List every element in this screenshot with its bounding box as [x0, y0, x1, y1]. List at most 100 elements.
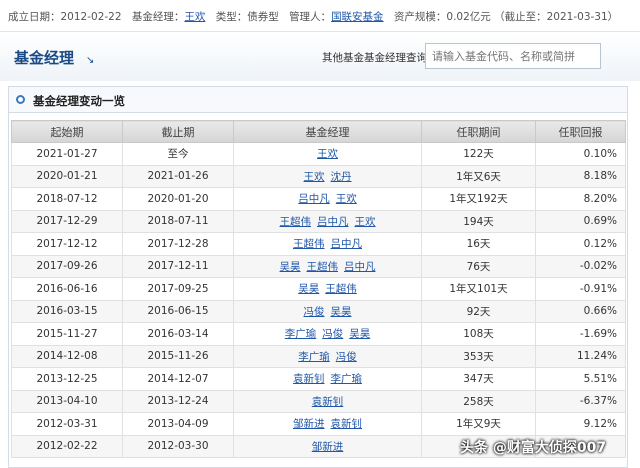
column-header-end[interactable]: 截止期: [122, 120, 234, 143]
managers-cell: 邹新进: [233, 434, 422, 458]
managers-cell: 李广瑜 冯俊: [233, 344, 422, 368]
managers-cell: 李广瑜 冯俊 吴昊: [233, 322, 422, 346]
established-value: 2012-02-22: [60, 11, 122, 23]
manager-link[interactable]: 吕中凡: [331, 238, 363, 250]
end-date-cell: 2012-03-30: [122, 434, 234, 458]
period-cell: 1年又101天: [421, 277, 536, 301]
return-cell: -0.91%: [535, 277, 626, 301]
manager-history-panel: 基金经理变动一览 起始期 截止期 基金经理 任职期间 任职回报 2021-01-…: [8, 86, 628, 468]
end-date-cell: 2016-06-15: [122, 299, 234, 323]
return-cell: 0.12%: [535, 232, 626, 256]
manager-link[interactable]: 王欢: [336, 193, 357, 205]
managers-cell: 王超伟 吕中凡: [233, 232, 422, 256]
period-cell: 1年又9天: [421, 412, 536, 436]
manager-link[interactable]: 王欢: [317, 148, 338, 160]
manager-link[interactable]: 王超伟: [325, 283, 357, 295]
return-cell: 9.12%: [535, 412, 626, 436]
period-cell: 194天: [421, 209, 536, 233]
return-cell: -0.02%: [535, 254, 626, 278]
managers-cell: 袁新钊 李广瑜: [233, 367, 422, 391]
end-date-cell: 2014-12-07: [122, 367, 234, 391]
section-header: 基金经理 ↘ 其他基金基金经理查询：: [0, 33, 640, 81]
managers-cell: 吴昊 王超伟 吕中凡: [233, 254, 422, 278]
manager-link[interactable]: 王欢: [304, 171, 325, 183]
managers-cell: 王欢 沈丹: [233, 164, 422, 188]
manager-link[interactable]: 冯俊: [304, 306, 325, 318]
panel-title: 基金经理变动一览: [33, 94, 125, 108]
manager-link[interactable]: 吴昊: [331, 306, 352, 318]
period-cell: 16天: [421, 232, 536, 256]
size-value: 0.02亿元 （截止至：2021-03-31）: [446, 11, 619, 23]
start-date-cell: 2017-12-12: [11, 232, 123, 256]
start-date-cell: 2016-06-16: [11, 277, 123, 301]
arrow-icon: ↘: [86, 55, 95, 66]
return-cell: 0.10%: [535, 142, 626, 166]
table-row: 2013-04-10 2013-12-24 袁新钊 258天 -6.37%: [11, 389, 626, 413]
manager-link[interactable]: 李广瑜: [285, 328, 317, 340]
column-header-return[interactable]: 任职回报: [535, 120, 626, 143]
return-cell: 8.20%: [535, 187, 626, 211]
table-row: 2017-12-12 2017-12-28 王超伟 吕中凡 16天 0.12%: [11, 232, 626, 256]
start-date-cell: 2021-01-27: [11, 142, 123, 166]
column-header-start[interactable]: 起始期: [11, 120, 123, 143]
manager-link[interactable]: 王超伟: [307, 261, 339, 273]
return-cell: 0.66%: [535, 299, 626, 323]
admin-link[interactable]: 国联安基金: [331, 11, 384, 23]
managers-cell: 邹新进 袁新钊: [233, 412, 422, 436]
managers-cell: 吕中凡 王欢: [233, 187, 422, 211]
manager-link[interactable]: 王超伟: [280, 216, 312, 228]
manager-link[interactable]: 冯俊: [336, 351, 357, 363]
period-cell: 122天: [421, 142, 536, 166]
return-cell: -6.37%: [535, 389, 626, 413]
table-body: 2021-01-27 至今 王欢 122天 0.10% 2020-01-21 2021-01…: [11, 142, 626, 458]
end-date-cell: 至今: [122, 142, 234, 166]
manager-link[interactable]: 李广瑜: [298, 351, 330, 363]
manager-link[interactable]: 王欢: [355, 216, 376, 228]
manager-link[interactable]: 吴昊: [349, 328, 370, 340]
type-label: 类型：: [215, 11, 248, 23]
end-date-cell: 2017-09-25: [122, 277, 234, 301]
return-cell: 0.69%: [535, 209, 626, 233]
manager-link[interactable]: 吕中凡: [317, 216, 349, 228]
search-input[interactable]: [425, 43, 601, 69]
table-row: 2016-03-15 2016-06-15 冯俊 吴昊 92天 0.66%: [11, 299, 626, 323]
start-date-cell: 2018-07-12: [11, 187, 123, 211]
start-date-cell: 2012-02-22: [11, 434, 123, 458]
manager-link[interactable]: 吕中凡: [298, 193, 330, 205]
manager-link[interactable]: 沈丹: [331, 171, 352, 183]
end-date-cell: 2020-01-20: [122, 187, 234, 211]
manager-link[interactable]: 袁新钊: [331, 418, 363, 430]
manager-link[interactable]: 李广瑜: [331, 373, 363, 385]
manager-link[interactable]: 袁新钊: [293, 373, 325, 385]
period-cell: 108天: [421, 322, 536, 346]
return-cell: -1.69%: [535, 322, 626, 346]
table-row: 2012-03-31 2013-04-09 邹新进 袁新钊 1年又9天 9.12%: [11, 412, 626, 436]
period-cell: 1年又6天: [421, 164, 536, 188]
table-row: 2021-01-27 至今 王欢 122天 0.10%: [11, 142, 626, 166]
manager-link[interactable]: 吴昊: [298, 283, 319, 295]
circle-icon: [16, 95, 25, 104]
return-cell: 11.24%: [535, 344, 626, 368]
table-row: 2014-12-08 2015-11-26 李广瑜 冯俊 353天 11.24%: [11, 344, 626, 368]
manager-link[interactable]: 邹新进: [312, 441, 344, 453]
period-cell: 92天: [421, 299, 536, 323]
period-cell: 353天: [421, 344, 536, 368]
end-date-cell: 2017-12-28: [122, 232, 234, 256]
manager-link[interactable]: 袁新钊: [312, 396, 344, 408]
column-header-period[interactable]: 任职期间: [421, 120, 536, 143]
manager-link[interactable]: 邹新进: [293, 418, 325, 430]
managers-cell: 王欢: [233, 142, 422, 166]
manager-link[interactable]: 冯俊: [322, 328, 343, 340]
end-date-cell: 2017-12-11: [122, 254, 234, 278]
column-header-manager[interactable]: 基金经理: [233, 120, 422, 143]
manager-link[interactable]: 王欢: [184, 11, 205, 23]
manager-link[interactable]: 吴昊: [280, 261, 301, 273]
table-row: 2013-12-25 2014-12-07 袁新钊 李广瑜 347天 5.51%: [11, 367, 626, 391]
manager-link[interactable]: 吕中凡: [344, 261, 376, 273]
table-header-row: 起始期 截止期 基金经理 任职期间 任职回报: [11, 120, 626, 143]
start-date-cell: 2012-03-31: [11, 412, 123, 436]
managers-cell: 王超伟 吕中凡 王欢: [233, 209, 422, 233]
start-date-cell: 2015-11-27: [11, 322, 123, 346]
period-cell: 258天: [421, 389, 536, 413]
manager-link[interactable]: 王超伟: [293, 238, 325, 250]
